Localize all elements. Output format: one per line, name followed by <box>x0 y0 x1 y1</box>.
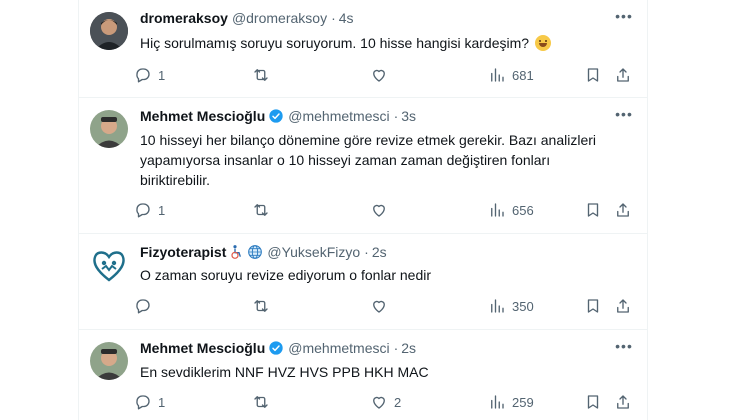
tweet-2[interactable]: Mehmet Mescioğlu @mehmetmesci · 3s ••• 1… <box>78 98 648 234</box>
tweet-text-content: Hiç sorulmamış soruyu soruyorum. 10 hiss… <box>140 35 530 51</box>
heart-icon <box>373 300 385 313</box>
avatar[interactable] <box>90 12 128 50</box>
tweet-text-line: yapamıyorsa insanlar o 10 hisseyi zaman … <box>140 152 551 168</box>
separator-dot: · <box>393 108 399 124</box>
like-button[interactable] <box>370 201 388 219</box>
bookmark-icon <box>587 299 599 313</box>
timestamp[interactable]: 3s <box>401 108 416 124</box>
bookmark-icon <box>587 68 599 82</box>
share-button[interactable] <box>614 201 632 219</box>
avatar[interactable] <box>90 342 128 380</box>
bookmark-button[interactable] <box>584 201 602 219</box>
like-count: 2 <box>394 394 402 410</box>
bookmark-button[interactable] <box>584 393 602 411</box>
reply-button[interactable]: 1 <box>134 201 165 219</box>
tweet-text: Hiç sorulmamış soruyu soruyorum. 10 hiss… <box>140 33 610 53</box>
tweet-text-line: 10 hisseyi her bilanço dönemine göre rev… <box>140 132 597 148</box>
share-button[interactable] <box>614 66 632 84</box>
globe-emoji <box>248 245 263 259</box>
reply-count: 1 <box>158 202 166 218</box>
views-chart-icon <box>491 395 504 409</box>
heart-icon <box>373 69 385 82</box>
share-icon <box>617 299 629 313</box>
author-handle[interactable]: @dromeraksoy <box>232 10 327 26</box>
views-chart-icon <box>491 203 504 217</box>
tweet-4[interactable]: Mehmet Mescioğlu @mehmetmesci · 2s ••• E… <box>78 330 648 420</box>
tweet-text: 10 hisseyi her bilanço dönemine göre rev… <box>140 130 610 190</box>
more-options-icon[interactable]: ••• <box>614 104 634 124</box>
bookmark-button[interactable] <box>584 66 602 84</box>
retweet-icon <box>254 69 268 81</box>
reply-icon <box>136 68 150 83</box>
views-count: 350 <box>512 298 534 314</box>
heart-icon <box>373 396 385 409</box>
timestamp[interactable]: 2s <box>401 340 416 356</box>
avatar[interactable] <box>90 246 128 284</box>
reply-button[interactable]: 1 <box>134 393 165 411</box>
retweet-button[interactable] <box>252 66 270 84</box>
tweet-text: O zaman soruyu revize ediyorum o fonlar … <box>140 267 432 283</box>
reply-count: 1 <box>158 394 166 410</box>
reply-button[interactable]: 1 <box>134 66 165 84</box>
reply-icon <box>136 395 150 410</box>
separator-dot: · <box>393 340 399 356</box>
tweet-3[interactable]: Fizyoterapist @YuksekFizyo · 2s O zaman … <box>78 234 648 330</box>
author-name[interactable]: Fizyoterapist <box>140 244 226 260</box>
tweet-1[interactable]: dromeraksoy @dromeraksoy · 4s ••• Hiç so… <box>78 0 648 98</box>
timestamp[interactable]: 2s <box>372 244 387 260</box>
avatar[interactable] <box>90 110 128 148</box>
share-button[interactable] <box>614 297 632 315</box>
share-icon <box>617 203 629 217</box>
retweet-button[interactable] <box>252 393 270 411</box>
reply-icon <box>136 203 150 218</box>
views-button[interactable]: 259 <box>488 393 534 411</box>
author-handle[interactable]: @mehmetmesci <box>288 340 389 356</box>
verified-badge-icon <box>269 109 283 123</box>
retweet-button[interactable] <box>252 201 270 219</box>
timestamp[interactable]: 4s <box>339 10 354 26</box>
tweet-text: En sevdiklerim NNF HVZ HVS PPB HKH MAC <box>140 364 429 380</box>
tweet-text-line: biriktirebilir. <box>140 172 211 188</box>
more-options-icon[interactable]: ••• <box>614 6 634 26</box>
wheelchair-person-emoji <box>231 245 242 259</box>
author-handle[interactable]: @YuksekFizyo <box>267 244 360 260</box>
fizyoterapist-logo <box>93 251 125 282</box>
reply-button[interactable] <box>134 297 152 315</box>
share-icon <box>617 68 629 82</box>
share-button[interactable] <box>614 393 632 411</box>
like-button[interactable]: 2 <box>370 393 401 411</box>
author-handle[interactable]: @mehmetmesci <box>288 108 389 124</box>
views-count: 656 <box>512 202 534 218</box>
bookmark-button[interactable] <box>584 297 602 315</box>
separator-dot: · <box>364 244 369 260</box>
like-button[interactable] <box>370 66 388 84</box>
like-button[interactable] <box>370 297 388 315</box>
verified-badge-icon <box>269 341 283 355</box>
views-chart-icon <box>491 68 504 82</box>
retweet-icon <box>254 300 268 312</box>
views-count: 259 <box>512 394 534 410</box>
reply-count: 1 <box>158 67 166 83</box>
retweet-icon <box>254 396 268 408</box>
views-chart-icon <box>491 299 504 313</box>
separator-dot: · <box>331 10 336 26</box>
views-button[interactable]: 656 <box>488 201 534 219</box>
bookmark-icon <box>587 203 599 217</box>
retweet-button[interactable] <box>252 297 270 315</box>
views-count: 681 <box>512 67 534 83</box>
author-name[interactable]: Mehmet Mescioğlu <box>140 108 265 124</box>
share-icon <box>617 395 629 409</box>
heart-icon <box>373 204 385 217</box>
more-options-icon[interactable]: ••• <box>614 336 634 356</box>
reply-icon <box>136 299 150 314</box>
author-name[interactable]: Mehmet Mescioğlu <box>140 340 265 356</box>
bookmark-icon <box>587 395 599 409</box>
views-button[interactable]: 681 <box>488 66 534 84</box>
views-button[interactable]: 350 <box>488 297 534 315</box>
author-name[interactable]: dromeraksoy <box>140 10 228 26</box>
retweet-icon <box>254 204 268 216</box>
grinning-face-emoji <box>534 35 551 51</box>
